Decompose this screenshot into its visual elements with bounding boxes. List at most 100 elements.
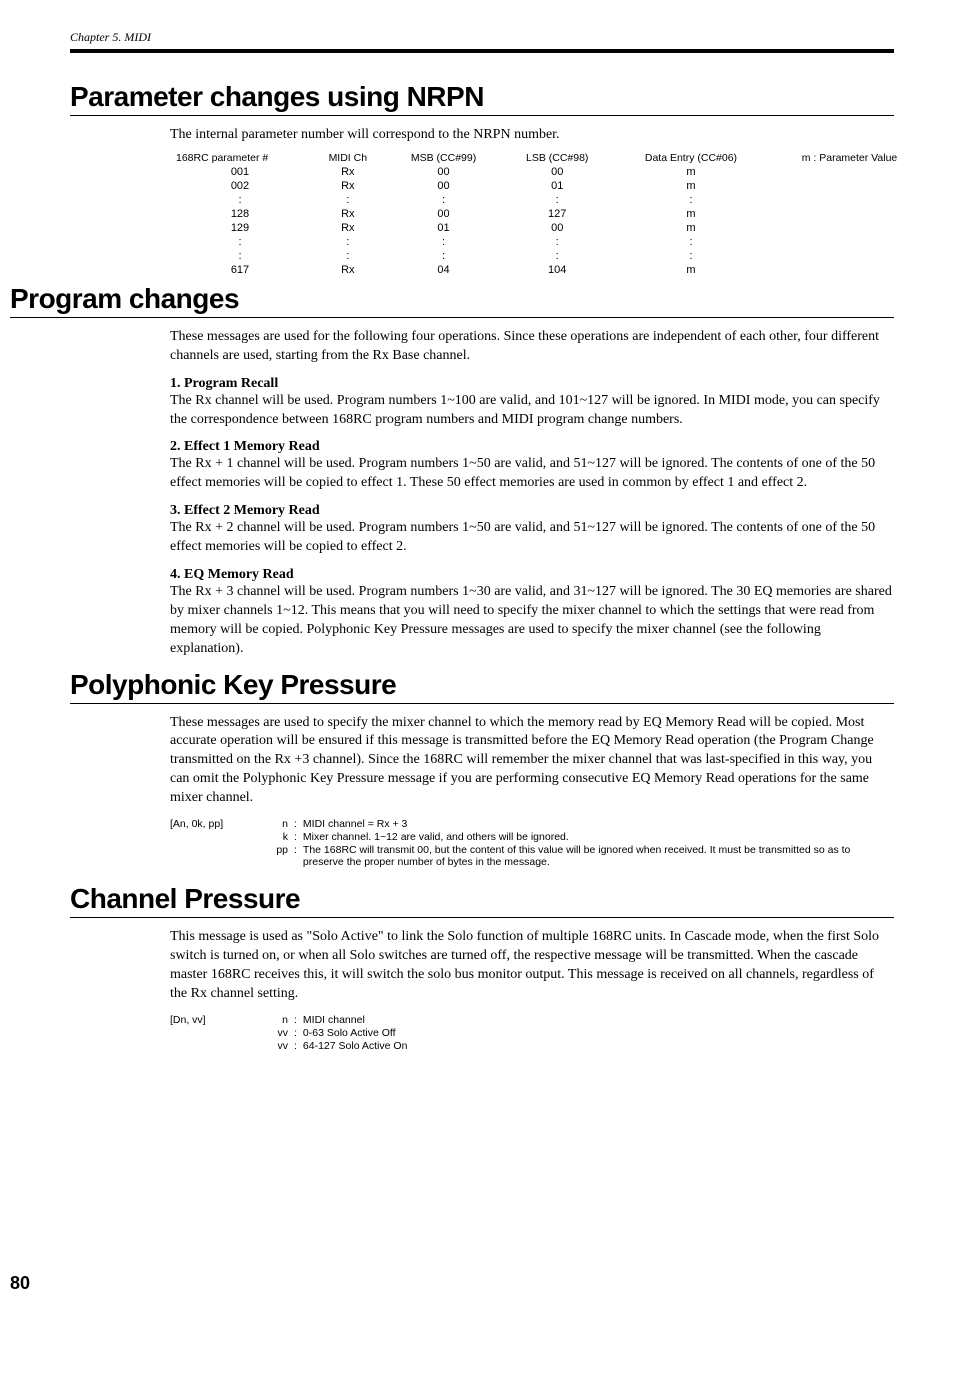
table-row: 002Rx0001m — [170, 179, 930, 193]
heading-underline — [70, 115, 894, 116]
sub-program-recall: 1. Program Recall — [170, 376, 894, 392]
table-row: 128Rx00127m — [170, 207, 930, 221]
chapter-header: Chapter 5. MIDI — [70, 30, 894, 45]
sym: vv — [268, 1027, 294, 1039]
table-row: 001Rx0000m — [170, 165, 930, 179]
cell — [769, 165, 930, 179]
cell — [769, 263, 930, 277]
th-msb: MSB (CC#99) — [386, 151, 502, 165]
cell: : — [386, 235, 502, 249]
def-text: The 168RC will transmit 00, but the cont… — [303, 844, 863, 868]
sym: vv — [268, 1040, 294, 1052]
cell: 128 — [170, 207, 310, 221]
cell: 00 — [501, 165, 612, 179]
cell: : — [613, 193, 769, 207]
table-row: ::::: — [170, 193, 930, 207]
msg-def: vv:0-63 Solo Active Off — [268, 1027, 407, 1039]
colon: : — [294, 1040, 303, 1052]
cell: : — [386, 249, 502, 263]
cell: 00 — [386, 165, 502, 179]
cell: 01 — [386, 221, 502, 235]
cell: : — [170, 249, 310, 263]
msg-def: k:Mixer channel. 1~12 are valid, and oth… — [268, 831, 863, 843]
sub-eq-memory-text: The Rx + 3 channel will be used. Program… — [170, 583, 894, 659]
msg-def: n:MIDI channel = Rx + 3 — [268, 818, 863, 830]
cell: : — [170, 193, 310, 207]
table-row: 617Rx04104m — [170, 263, 930, 277]
cell: 00 — [386, 207, 502, 221]
cell: 617 — [170, 263, 310, 277]
cell — [769, 221, 930, 235]
cell: : — [613, 235, 769, 249]
nrpn-intro: The internal parameter number will corre… — [170, 126, 894, 145]
poly-key-message-spec: [An, 0k, pp] n:MIDI channel = Rx + 3 k:M… — [170, 818, 894, 869]
def-text: MIDI channel — [303, 1014, 365, 1026]
cell: : — [386, 193, 502, 207]
sub-effect2: 3. Effect 2 Memory Read — [170, 503, 894, 519]
def-text: 64-127 Solo Active On — [303, 1040, 407, 1052]
cell: 002 — [170, 179, 310, 193]
cell: Rx — [310, 263, 386, 277]
channel-pressure-intro: This message is used as "Solo Active" to… — [170, 928, 894, 1004]
cell: 001 — [170, 165, 310, 179]
colon: : — [294, 831, 303, 843]
cell: 00 — [501, 221, 612, 235]
cell: : — [310, 193, 386, 207]
cell: Rx — [310, 207, 386, 221]
cell: : — [501, 249, 612, 263]
cell: Rx — [310, 179, 386, 193]
cell — [769, 207, 930, 221]
sym: n — [268, 1014, 294, 1026]
th-value: m : Parameter Value — [769, 151, 930, 165]
sym: n — [268, 818, 294, 830]
msg-def: vv:64-127 Solo Active On — [268, 1040, 407, 1052]
def-text: MIDI channel = Rx + 3 — [303, 818, 407, 830]
sub-effect2-text: The Rx + 2 channel will be used. Program… — [170, 519, 894, 557]
cell: 04 — [386, 263, 502, 277]
nrpn-table: 168RC parameter # MIDI Ch MSB (CC#99) LS… — [170, 151, 930, 277]
cell: 127 — [501, 207, 612, 221]
msg-bytes: [An, 0k, pp] — [170, 818, 250, 869]
def-text: Mixer channel. 1~12 are valid, and other… — [303, 831, 569, 843]
cell — [769, 235, 930, 249]
page-number: 80 — [10, 1273, 894, 1294]
cell: Rx — [310, 221, 386, 235]
cell: m — [613, 207, 769, 221]
th-param: 168RC parameter # — [170, 151, 310, 165]
cell: 129 — [170, 221, 310, 235]
heading-underline — [70, 703, 894, 704]
sym: pp — [268, 844, 294, 868]
colon: : — [294, 1014, 303, 1026]
sub-effect1: 2. Effect 1 Memory Read — [170, 439, 894, 455]
heading-underline — [10, 317, 894, 318]
cell: : — [310, 249, 386, 263]
heading-nrpn: Parameter changes using NRPN — [70, 81, 894, 113]
cell — [769, 193, 930, 207]
colon: : — [294, 844, 303, 868]
cell: : — [613, 249, 769, 263]
cell: : — [501, 235, 612, 249]
cell: 00 — [386, 179, 502, 193]
th-lsb: LSB (CC#98) — [501, 151, 612, 165]
th-data: Data Entry (CC#06) — [613, 151, 769, 165]
cell: 104 — [501, 263, 612, 277]
cell: m — [613, 179, 769, 193]
cell — [769, 179, 930, 193]
cell: : — [310, 235, 386, 249]
heading-poly-key-pressure: Polyphonic Key Pressure — [70, 669, 894, 701]
channel-pressure-message-spec: [Dn, vv] n:MIDI channel vv:0-63 Solo Act… — [170, 1014, 894, 1053]
header-rule — [70, 49, 894, 53]
cell: m — [613, 221, 769, 235]
cell: : — [501, 193, 612, 207]
cell: Rx — [310, 165, 386, 179]
colon: : — [294, 818, 303, 830]
poly-key-intro: These messages are used to specify the m… — [170, 714, 894, 808]
cell: m — [613, 263, 769, 277]
msg-bytes: [Dn, vv] — [170, 1014, 250, 1053]
sub-effect1-text: The Rx + 1 channel will be used. Program… — [170, 455, 894, 493]
heading-program-changes: Program changes — [10, 283, 894, 315]
sub-program-recall-text: The Rx channel will be used. Program num… — [170, 392, 894, 430]
msg-def: pp:The 168RC will transmit 00, but the c… — [268, 844, 863, 868]
def-text: 0-63 Solo Active Off — [303, 1027, 396, 1039]
cell: : — [170, 235, 310, 249]
